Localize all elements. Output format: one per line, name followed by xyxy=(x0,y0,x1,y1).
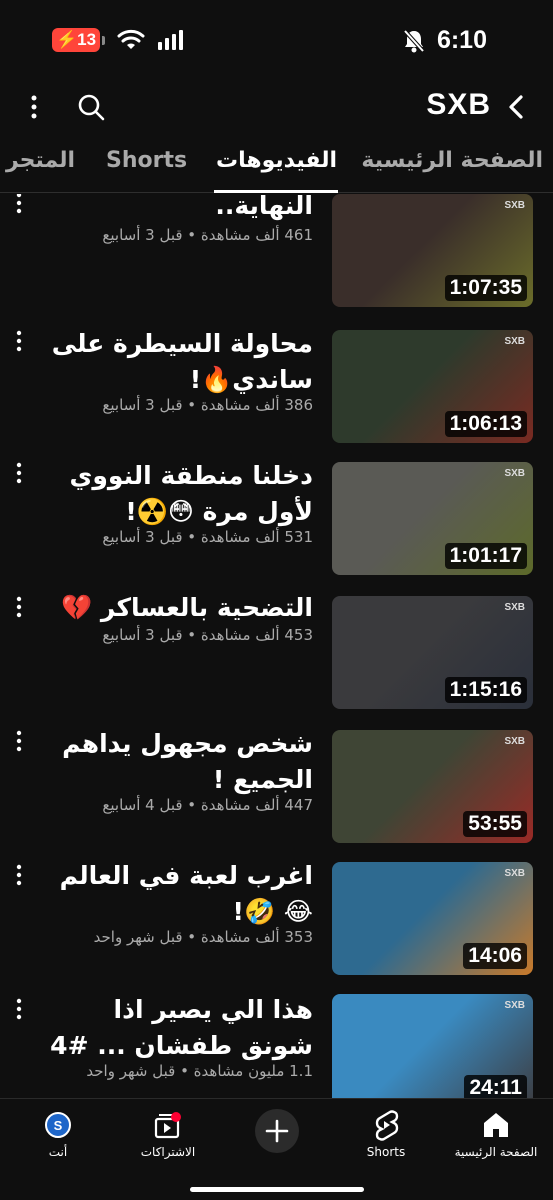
video-meta: 531 ألف مشاهدة • قبل 3 أسابيع xyxy=(102,528,313,546)
silent-bell-icon xyxy=(403,29,425,52)
video-meta: 386 ألف مشاهدة • قبل 3 أسابيع xyxy=(102,396,313,414)
thumbnail-watermark: SXB xyxy=(504,468,525,479)
more-vert-icon[interactable] xyxy=(14,330,24,352)
battery-indicator: ⚡13 xyxy=(52,28,106,52)
nav-home-label: الصفحة الرئيسية xyxy=(454,1145,538,1159)
video-meta: 353 ألف مشاهدة • قبل شهر واحد xyxy=(93,928,313,946)
nav-subscriptions[interactable]: الاشتراكات xyxy=(113,1105,223,1159)
more-vert-icon[interactable] xyxy=(14,730,24,752)
nav-you[interactable]: S أنت xyxy=(3,1105,113,1159)
battery-cap xyxy=(102,35,106,45)
video-thumbnail[interactable]: SXB 1:06:13 xyxy=(332,330,533,443)
video-title[interactable]: التضحية بالعساكر 💔 xyxy=(43,590,313,626)
video-duration: 1:07:35 xyxy=(444,275,527,301)
create-button[interactable] xyxy=(255,1109,299,1153)
nav-shorts-label: Shorts xyxy=(366,1145,406,1159)
video-title[interactable]: شخص مجهول يداهم الجميع ! xyxy=(43,726,313,798)
thumbnail-watermark: SXB xyxy=(504,200,525,211)
avatar: S xyxy=(45,1112,71,1138)
video-meta: 1.1 مليون مشاهدة • قبل شهر واحد xyxy=(86,1062,313,1080)
wifi-icon xyxy=(117,29,145,49)
subscriptions-icon xyxy=(148,1105,188,1145)
signal-icon xyxy=(158,30,184,50)
back-chevron-icon[interactable] xyxy=(501,92,531,122)
video-item[interactable]: SXB 1:01:17 دخلنا منطقة النووي لأول مرة … xyxy=(0,456,553,588)
video-meta: 461 ألف مشاهدة • قبل 3 أسابيع xyxy=(102,226,313,244)
video-thumbnail[interactable]: SXB 1:01:17 xyxy=(332,462,533,575)
home-indicator xyxy=(190,1187,364,1192)
video-thumbnail[interactable]: SXB 24:11 xyxy=(332,994,533,1098)
video-duration: 1:06:13 xyxy=(444,411,527,437)
video-thumbnail[interactable]: SXB 53:55 xyxy=(332,730,533,843)
status-left: ⚡13 xyxy=(52,28,184,52)
video-thumbnail[interactable]: SXB 1:07:35 xyxy=(332,194,533,307)
video-meta: 453 ألف مشاهدة • قبل 3 أسابيع xyxy=(102,626,313,644)
nav-you-label: أنت xyxy=(48,1145,68,1159)
video-item[interactable]: SXB 1:06:13 محاولة السيطرة على ساندي🔥! 3… xyxy=(0,322,553,454)
video-item[interactable]: SXB 1:07:35 النهاية.. 461 ألف مشاهدة • ق… xyxy=(0,194,553,318)
more-vert-icon[interactable] xyxy=(14,998,24,1020)
thumbnail-watermark: SXB xyxy=(504,736,525,747)
nav-home[interactable]: الصفحة الرئيسية xyxy=(441,1105,551,1159)
video-item[interactable]: SXB 53:55 شخص مجهول يداهم الجميع ! 447 أ… xyxy=(0,724,553,856)
channel-tabs: الصفحة الرئيسية الفيديوهات Shorts المتجر xyxy=(0,138,553,193)
avatar-container: S xyxy=(38,1105,78,1145)
video-thumbnail[interactable]: SXB 1:15:16 xyxy=(332,596,533,709)
video-duration: 1:15:16 xyxy=(444,677,527,703)
video-list: SXB 1:07:35 النهاية.. 461 ألف مشاهدة • ق… xyxy=(0,194,553,1098)
video-title[interactable]: النهاية.. xyxy=(43,194,313,224)
channel-title: SXB xyxy=(426,88,491,121)
video-meta: 447 ألف مشاهدة • قبل 4 أسابيع xyxy=(102,796,313,814)
video-title[interactable]: محاولة السيطرة على ساندي🔥! xyxy=(43,326,313,398)
more-vert-icon[interactable] xyxy=(24,92,44,122)
status-right: 6:10 xyxy=(403,26,487,55)
battery-level: ⚡13 xyxy=(52,28,101,52)
more-vert-icon[interactable] xyxy=(14,596,24,618)
tab-videos[interactable]: الفيديوهات xyxy=(216,148,337,173)
thumbnail-watermark: SXB xyxy=(504,868,525,879)
channel-header: SXB xyxy=(0,80,553,136)
plus-icon xyxy=(265,1119,289,1143)
more-vert-icon[interactable] xyxy=(14,462,24,484)
video-item[interactable]: SXB 24:11 هذا الي يصير اذا شونق طفشان ..… xyxy=(0,992,553,1098)
video-title[interactable]: دخلنا منطقة النووي لأول مرة 😳☢️! xyxy=(43,458,313,530)
bottom-navigation: الصفحة الرئيسية Shorts الاشتراكات S أنت xyxy=(0,1098,553,1200)
video-thumbnail[interactable]: SXB 14:06 xyxy=(332,862,533,975)
tab-home[interactable]: الصفحة الرئيسية xyxy=(361,148,543,173)
video-item[interactable]: SXB 1:15:16 التضحية بالعساكر 💔 453 ألف م… xyxy=(0,590,553,722)
tab-shorts[interactable]: Shorts xyxy=(106,148,187,173)
video-title[interactable]: هذا الي يصير اذا شونق طفشان ... #4 xyxy=(43,992,313,1064)
status-bar: ⚡13 6:10 xyxy=(0,0,553,80)
thumbnail-watermark: SXB xyxy=(504,336,525,347)
search-icon[interactable] xyxy=(76,92,106,122)
more-vert-icon[interactable] xyxy=(14,194,24,214)
video-duration: 53:55 xyxy=(463,811,527,837)
shorts-icon xyxy=(366,1105,406,1145)
more-vert-icon[interactable] xyxy=(14,864,24,886)
active-tab-indicator xyxy=(214,190,338,193)
battery-percent: 13 xyxy=(77,30,97,49)
video-title[interactable]: اغرب لعبة في العالم😂 🤣! xyxy=(43,858,313,930)
nav-subscriptions-label: الاشتراكات xyxy=(140,1145,196,1159)
nav-create[interactable] xyxy=(222,1105,332,1153)
video-item[interactable]: SXB 14:06 اغرب لعبة في العالم😂 🤣! 353 أل… xyxy=(0,858,553,990)
tab-store[interactable]: المتجر xyxy=(6,148,75,173)
thumbnail-watermark: SXB xyxy=(504,602,525,613)
charging-icon: ⚡ xyxy=(56,30,78,49)
clock: 6:10 xyxy=(436,26,487,54)
nav-shorts[interactable]: Shorts xyxy=(331,1105,441,1159)
video-duration: 14:06 xyxy=(463,943,527,969)
thumbnail-watermark: SXB xyxy=(504,1000,525,1011)
home-icon xyxy=(476,1105,516,1145)
video-duration: 1:01:17 xyxy=(444,543,527,569)
video-duration: 24:11 xyxy=(464,1075,527,1098)
